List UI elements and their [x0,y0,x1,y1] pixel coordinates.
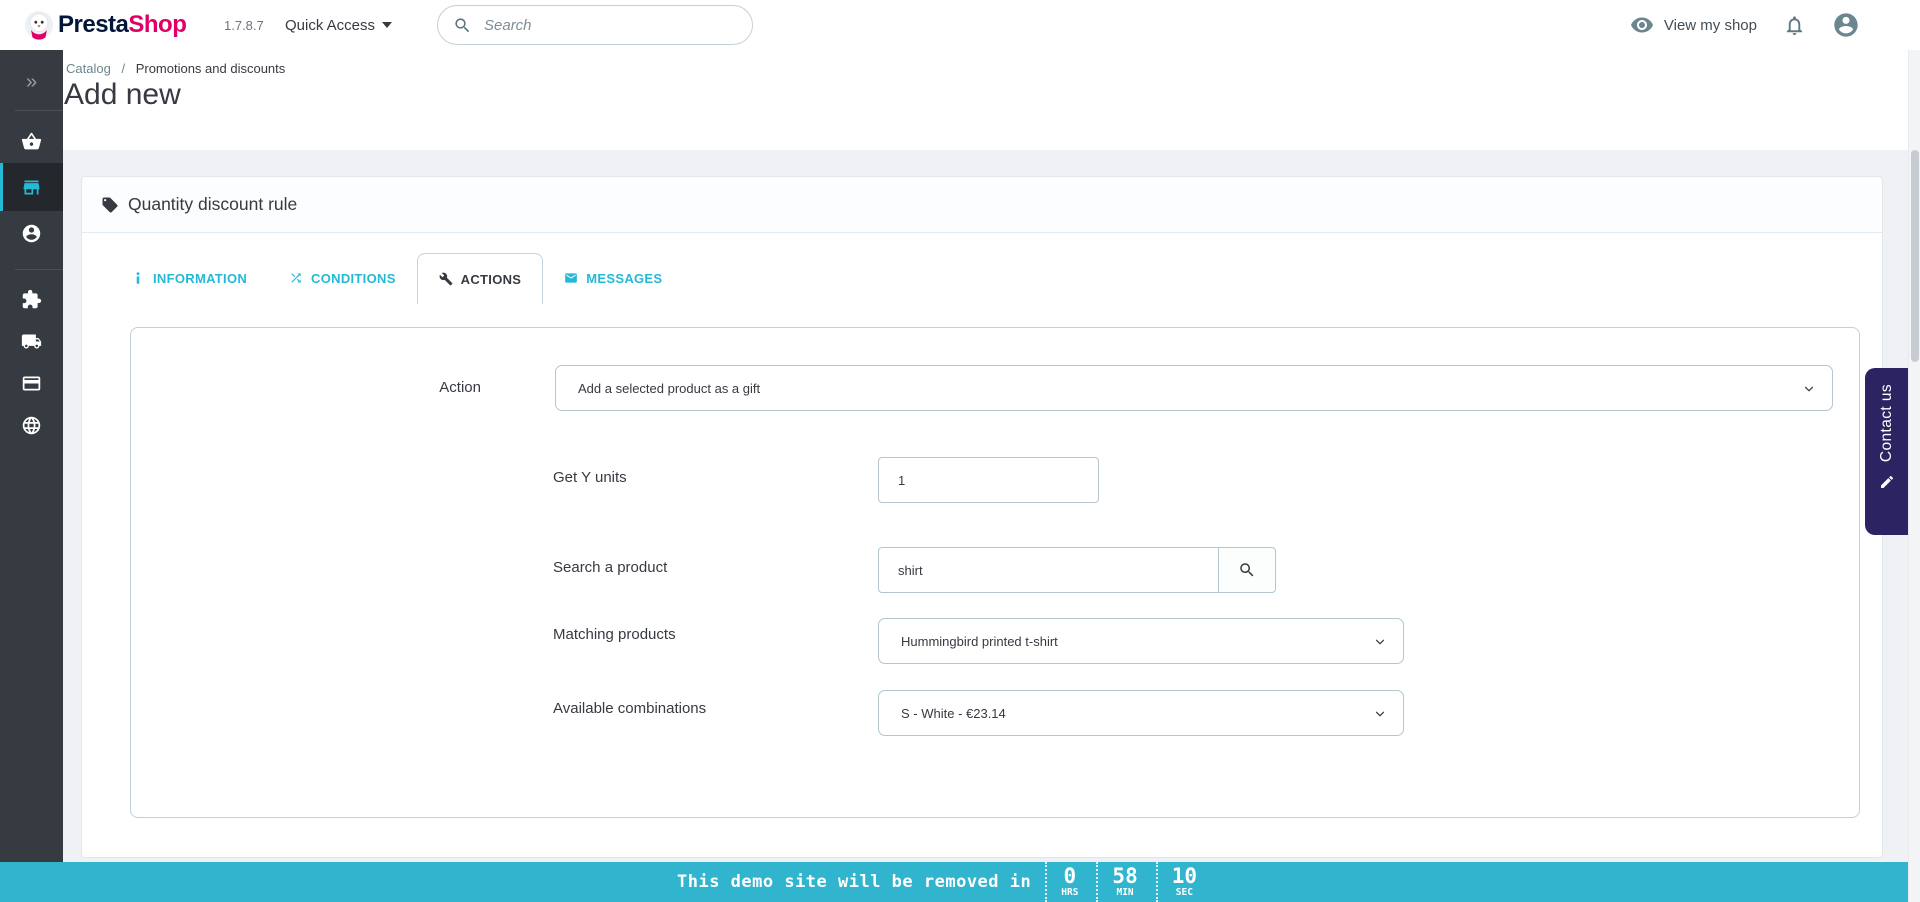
breadcrumb-catalog[interactable]: Catalog [66,61,111,76]
tab-conditions[interactable]: CONDITIONS [268,253,417,303]
available-combinations-value: S - White - €23.14 [901,705,1006,721]
tab-actions[interactable]: ACTIONS [416,253,544,304]
chevron-down-icon [1373,635,1387,649]
pencil-icon [1879,474,1895,490]
product-search-button[interactable] [1218,547,1276,593]
notifications-bell-icon[interactable] [1783,14,1806,37]
get-y-units-label: Get Y units [553,469,627,486]
countdown-seconds-unit: SEC [1175,887,1193,898]
sidebar-item-modules[interactable] [0,278,63,320]
global-search-input[interactable] [484,16,724,34]
countdown-seconds-value: 10 [1171,864,1198,888]
tab-actions-label: ACTIONS [460,271,522,287]
available-combinations-select[interactable]: S - White - €23.14 [878,690,1404,736]
view-my-shop-label: View my shop [1663,16,1757,34]
page-title: Add new [64,78,181,111]
cart-rule-tabs: INFORMATION CONDITIONS ACTIONS MESSAGES [110,253,683,304]
brand-shop: Shop [128,11,187,38]
tag-icon [101,196,119,214]
countdown-minutes: 58 MIN [1096,862,1141,902]
global-search [437,5,753,45]
credit-card-icon [21,373,42,394]
prestashop-admin-app: Catalog / Promotions and discounts Add n… [0,0,1920,902]
basket-icon [21,131,42,152]
matching-products-label: Matching products [553,626,676,643]
available-combinations-label: Available combinations [553,700,707,717]
matching-products-select[interactable]: Hummingbird printed t-shirt [878,618,1404,664]
sidebar-item-customers[interactable] [0,211,63,255]
action-label: Action [439,379,481,396]
countdown-minutes-value: 58 [1112,864,1138,888]
header-toolbar: Catalog / Promotions and discounts Add n… [0,50,1920,150]
quick-access-label: Quick Access [285,16,376,34]
user-avatar-icon[interactable] [1832,11,1860,39]
version-label: 1.7.8.7 [224,18,264,33]
brand-wordmark: PrestaShop [58,0,187,50]
tab-messages-label: MESSAGES [586,270,663,286]
contact-us-label: Contact us [1877,384,1895,463]
countdown-hours-value: 0 [1063,864,1077,888]
sidebar-item-payment[interactable] [0,362,63,404]
action-select[interactable]: Add a selected product as a gift [555,365,1833,411]
countdown-seconds: 10 SEC [1155,862,1201,902]
search-icon [1238,561,1256,579]
prestashop-logo-icon[interactable] [24,10,54,40]
breadcrumb: Catalog / Promotions and discounts [66,61,285,76]
scrollbar-thumb[interactable] [1911,150,1919,362]
main-sidebar: » [0,50,63,902]
view-my-shop-link[interactable]: View my shop [1630,13,1757,37]
breadcrumb-separator: / [121,61,126,76]
info-icon [131,271,145,285]
wrench-icon [439,272,453,286]
tab-information-label: INFORMATION [153,270,248,286]
envelope-icon [564,271,578,285]
breadcrumb-current: Promotions and discounts [135,61,286,76]
puzzle-icon [21,289,42,310]
panel-title: Quantity discount rule [128,194,298,214]
matching-products-value: Hummingbird printed t-shirt [901,633,1058,649]
chevron-down-icon [1802,382,1816,396]
sidebar-item-international[interactable] [0,404,63,446]
eye-icon [1630,13,1654,37]
tab-information[interactable]: INFORMATION [110,253,268,303]
person-icon [21,223,42,244]
chevron-down-icon [1373,707,1387,721]
scrollbar-track[interactable] [1908,50,1920,902]
demo-countdown-banner: This demo site will be removed in 0 HRS … [0,862,1908,902]
store-icon [21,177,42,198]
sidebar-item-orders[interactable] [0,119,63,163]
top-right-cluster: View my shop [1630,0,1860,50]
sidebar-divider [15,269,63,270]
tab-messages[interactable]: MESSAGES [543,253,683,303]
countdown-hours-unit: HRS [1061,887,1079,898]
search-icon [453,16,472,35]
truck-icon [21,331,42,352]
panel-header: Quantity discount rule [82,177,1882,233]
globe-icon [21,415,42,436]
brand-presta: Presta [58,11,129,38]
contact-us-tab[interactable]: Contact us [1865,368,1908,535]
sidebar-item-catalog[interactable] [0,163,63,211]
action-select-value: Add a selected product as a gift [578,380,761,396]
top-bar: PrestaShop 1.7.8.7 Quick Access View my … [0,0,1920,50]
caret-down-icon [382,22,393,28]
sidebar-divider [15,110,63,111]
tab-conditions-label: CONDITIONS [311,270,396,286]
get-y-units-input[interactable] [878,457,1099,503]
quick-access-dropdown[interactable]: Quick Access [285,0,393,50]
countdown-minutes-unit: MIN [1116,887,1134,898]
sidebar-collapse-button[interactable]: » [0,62,63,102]
search-product-label: Search a product [553,559,668,576]
product-search-input[interactable] [878,547,1219,593]
sidebar-item-shipping[interactable] [0,320,63,362]
shuffle-icon [289,271,303,285]
double-chevron-icon: » [25,70,38,93]
demo-banner-message: This demo site will be removed in [676,872,1032,892]
countdown-hours: 0 HRS [1045,862,1082,902]
